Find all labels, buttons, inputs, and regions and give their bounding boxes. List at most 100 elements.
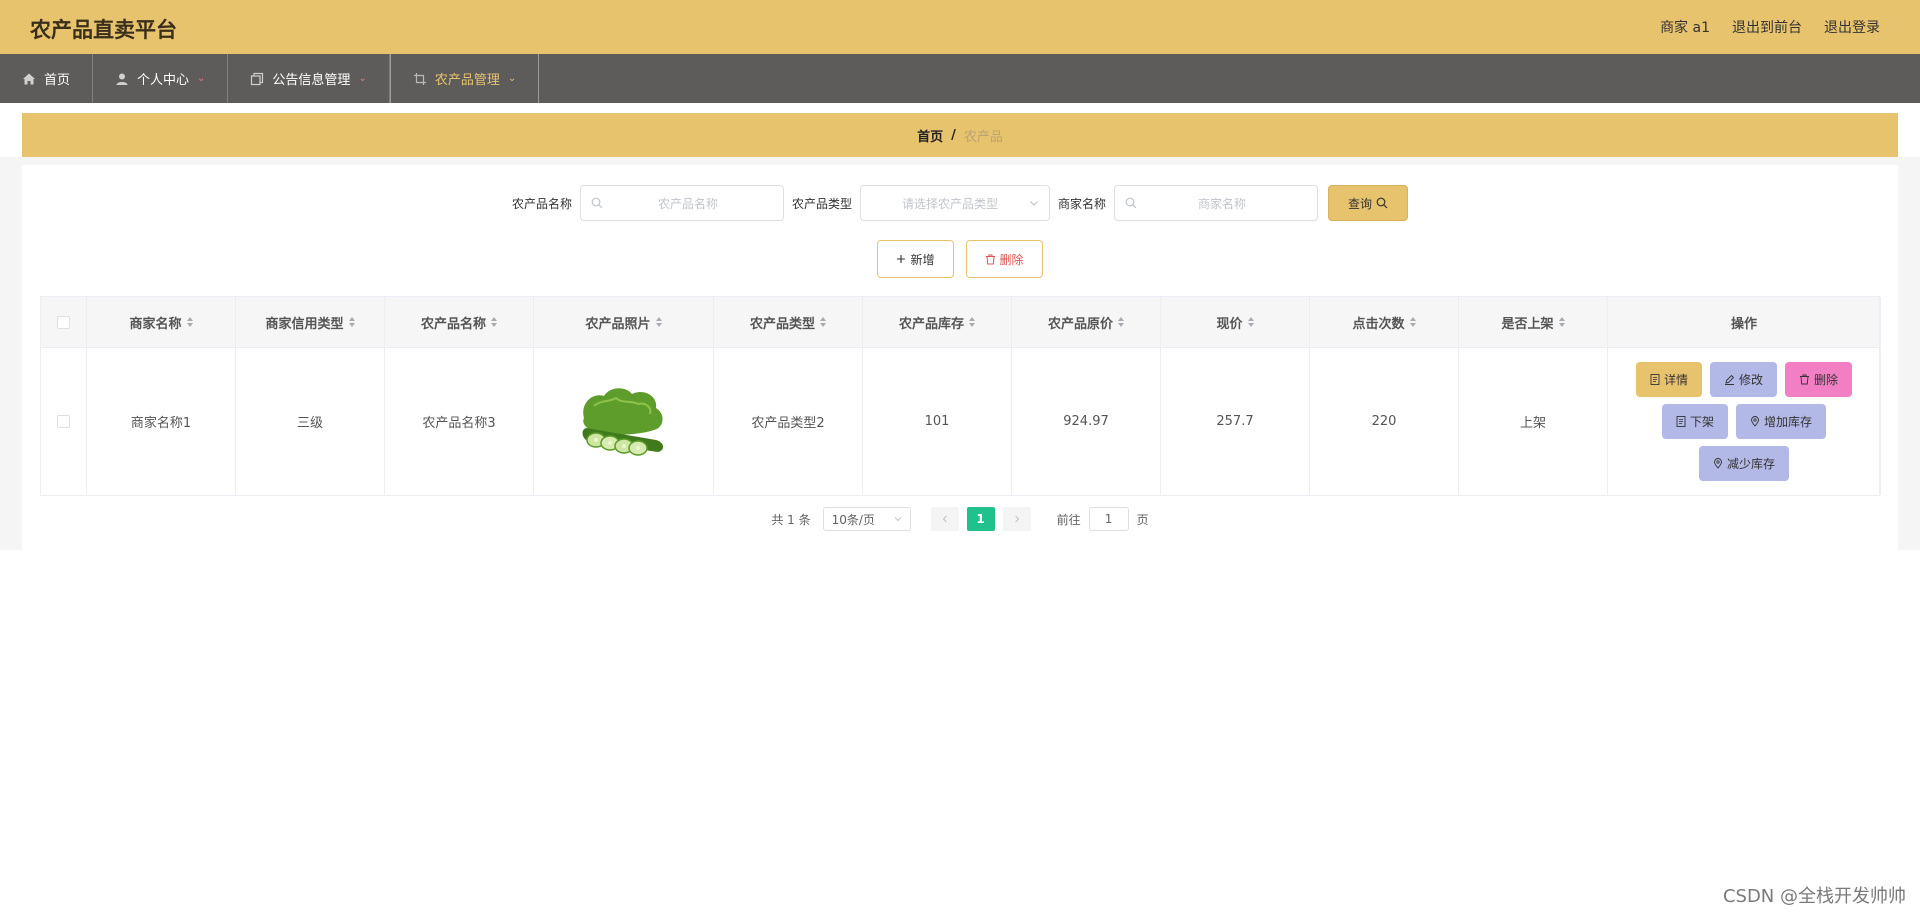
search-form: 农产品名称 农产品名称 农产品类型 请选择农产品类型 商家名称 商家名称 查询 — [22, 185, 1898, 221]
search-icon — [1376, 197, 1388, 209]
content-panel: 农产品名称 农产品名称 农产品类型 请选择农产品类型 商家名称 商家名称 查询 … — [22, 165, 1898, 550]
nav-item-product-management[interactable]: 农产品管理 ⌄ — [389, 54, 540, 103]
nav-item-home[interactable]: 首页 — [0, 54, 94, 103]
chevron-left-icon — [942, 515, 947, 523]
edit-button-label: 修改 — [1738, 373, 1763, 387]
column-header[interactable]: 农产品名称 — [385, 297, 534, 347]
clicks-cell: 220 — [1310, 348, 1459, 495]
chevron-down-icon — [894, 517, 901, 522]
crop-icon — [413, 72, 426, 85]
input-placeholder: 商家名称 — [1198, 196, 1247, 211]
column-header[interactable]: 是否上架 — [1459, 297, 1608, 347]
product-type-select[interactable]: 请选择农产品类型 — [860, 185, 1050, 221]
listed-status-cell: 上架 — [1459, 348, 1608, 495]
column-header[interactable]: 现价 — [1161, 297, 1310, 347]
next-page-button[interactable] — [1002, 507, 1031, 531]
add-stock-button[interactable]: 增加库存 — [1736, 404, 1827, 439]
type-search-label: 农产品类型 — [791, 196, 852, 211]
total-count: 共 1 条 — [771, 512, 811, 527]
sort-icon[interactable] — [491, 316, 497, 328]
cucumber-image[interactable] — [576, 384, 672, 460]
edit-button[interactable]: 修改 — [1709, 362, 1777, 397]
query-button-label: 查询 — [1348, 196, 1373, 211]
column-header[interactable]: 农产品原价 — [1012, 297, 1161, 347]
search-icon — [1125, 197, 1137, 209]
page-number[interactable]: 1 — [966, 507, 995, 531]
edit-icon — [1724, 374, 1735, 385]
column-header-label: 操作 — [1730, 316, 1757, 332]
column-header-label: 商家名称 — [129, 316, 182, 332]
nav-item-personal-center[interactable]: 个人中心 ⌄ — [93, 54, 229, 103]
price-cell: 257.7 — [1161, 348, 1310, 495]
reduce-stock-button-label: 减少库存 — [1726, 457, 1775, 471]
sort-icon[interactable] — [820, 316, 826, 328]
column-header[interactable]: 农产品类型 — [714, 297, 863, 347]
product-type-cell: 农产品类型2 — [714, 348, 863, 495]
column-header-label: 农产品照片 — [585, 316, 651, 332]
nav-item-announcement-management[interactable]: 公告信息管理 ⌄ — [228, 54, 390, 103]
home-icon — [23, 73, 35, 84]
select-all-checkbox[interactable] — [57, 315, 70, 329]
row-delete-button-label: 删除 — [1814, 373, 1839, 387]
sort-icon[interactable] — [1247, 316, 1254, 328]
pagination: 共 1 条 10条/页 1 前往 1 页 — [22, 507, 1898, 531]
column-header-label: 农产品名称 — [420, 316, 486, 332]
breadcrumb-separator: / — [951, 127, 956, 143]
sort-icon[interactable] — [1409, 316, 1416, 328]
unlist-button[interactable]: 下架 — [1661, 404, 1728, 439]
page-size-select[interactable]: 10条/页 — [822, 507, 911, 531]
logout-link[interactable]: 退出登录 — [1824, 17, 1880, 37]
goto-label: 前往 — [1056, 512, 1081, 527]
sort-icon[interactable] — [348, 316, 355, 328]
document-icon — [1676, 416, 1686, 427]
merchant-search-label: 商家名称 — [1058, 196, 1107, 211]
column-header[interactable]: 农产品库存 — [863, 297, 1012, 347]
credit-cell: 三级 — [236, 348, 385, 495]
product-table: 商家名称 商家信用类型 农产品名称 农产品照片 农产品类型 农产品库存 农产品原… — [40, 296, 1881, 496]
merchant-name-search-input[interactable]: 商家名称 — [1114, 185, 1319, 221]
copy-icon — [251, 72, 264, 85]
column-header-label: 点击次数 — [1352, 316, 1405, 332]
row-checkbox[interactable] — [57, 415, 70, 428]
nav-item-label: 首页 — [44, 73, 71, 88]
table-row: 商家名称1 三级 农产品名称3 农产品类型2 101 924.97 257.7 … — [41, 347, 1881, 495]
table-header: 商家名称 商家信用类型 农产品名称 农产品照片 农产品类型 农产品库存 农产品原… — [41, 297, 1881, 347]
trash-icon — [985, 254, 995, 264]
current-user-label: 商家 a1 — [1660, 20, 1710, 36]
product-name-search-input[interactable]: 农产品名称 — [579, 185, 784, 221]
query-button[interactable]: 查询 — [1328, 185, 1409, 221]
watermark-text: CSDN @全栈开发帅帅 — [1722, 886, 1906, 907]
row-delete-button[interactable]: 删除 — [1785, 362, 1853, 397]
prev-page-button[interactable] — [930, 507, 959, 531]
reduce-stock-button[interactable]: 减少库存 — [1698, 446, 1789, 481]
page-suffix: 页 — [1136, 512, 1149, 527]
breadcrumb-home[interactable]: 首页 — [917, 126, 943, 145]
sort-icon[interactable] — [1118, 316, 1124, 328]
column-header[interactable]: 商家信用类型 — [236, 297, 385, 347]
column-header[interactable]: 点击次数 — [1310, 297, 1459, 347]
app-title: 农产品直卖平台 — [30, 18, 177, 42]
front-page-link[interactable]: 退出到前台 — [1732, 17, 1802, 37]
add-button[interactable]: 新增 — [877, 240, 954, 278]
top-header: 农产品直卖平台 商家 a1 退出到前台 退出登录 — [0, 0, 1920, 54]
column-header-label: 农产品原价 — [1047, 316, 1113, 332]
sort-icon[interactable] — [969, 316, 975, 328]
column-header[interactable]: 商家名称 — [87, 297, 236, 347]
sort-icon[interactable] — [1558, 316, 1565, 328]
unlist-button-label: 下架 — [1689, 415, 1714, 429]
sort-icon[interactable] — [186, 316, 193, 328]
column-header[interactable]: 农产品照片 — [534, 297, 714, 347]
user-icon — [116, 73, 128, 85]
merchant-cell: 商家名称1 — [87, 348, 236, 495]
name-search-label: 农产品名称 — [511, 196, 572, 211]
goto-page-input[interactable]: 1 — [1088, 507, 1129, 531]
batch-delete-button[interactable]: 删除 — [965, 240, 1043, 278]
sort-icon[interactable] — [655, 316, 662, 328]
chevron-down-icon: ⌄ — [507, 73, 517, 84]
add-stock-button-label: 增加库存 — [1764, 415, 1813, 429]
location-pin-icon — [1751, 416, 1759, 427]
header-select-all — [41, 297, 87, 347]
product-photo-cell — [534, 348, 714, 495]
breadcrumb-current: 农产品 — [963, 129, 1003, 145]
detail-button[interactable]: 详情 — [1635, 362, 1702, 397]
